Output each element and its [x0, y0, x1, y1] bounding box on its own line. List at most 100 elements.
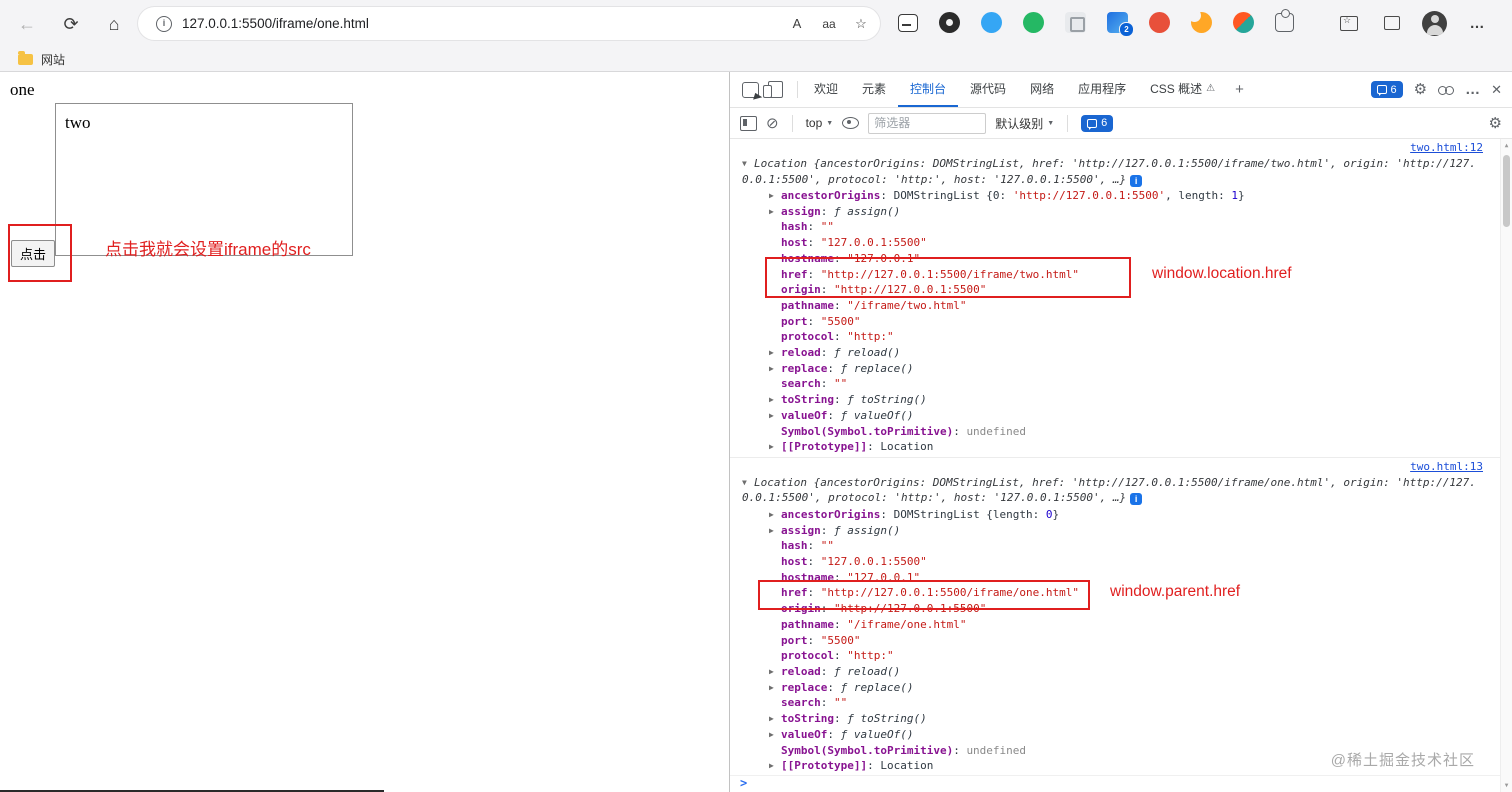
object-info-icon[interactable]: i [1130, 174, 1143, 187]
context-selector[interactable]: top ▼ [806, 116, 834, 130]
browser-menu-icon[interactable]: … [1464, 10, 1490, 36]
scroll-down-icon[interactable]: ▼ [1501, 782, 1512, 789]
property-value: "http:" [847, 649, 894, 663]
console-sidebar-icon[interactable] [740, 115, 757, 131]
url-text[interactable]: 127.0.0.1:5500/iframe/one.html [182, 16, 369, 31]
expand-triangle-icon[interactable]: ▶ [769, 439, 781, 455]
devtools-tab-2[interactable]: 元素 [850, 72, 898, 107]
extension-icon-2[interactable] [939, 12, 960, 33]
object-preview[interactable]: ▼ Location {ancestorOrigins: DOMStringLis… [742, 156, 1483, 187]
focus-mode-icon[interactable] [1438, 85, 1455, 95]
property-row[interactable]: ▶ [[Prototype]]: Location [742, 439, 1483, 455]
click-button[interactable]: 点击 [11, 240, 56, 267]
collections-icon[interactable] [1379, 10, 1405, 36]
log-source-link[interactable]: two.html:13 [1410, 460, 1483, 473]
property-row[interactable]: ▶ toString: ƒ toString() [742, 711, 1483, 727]
log-source-link[interactable]: two.html:12 [1410, 141, 1483, 154]
property-separator: : [807, 236, 821, 250]
extension-icon-9[interactable] [1233, 12, 1254, 33]
expand-triangle-icon[interactable]: ▶ [769, 345, 781, 361]
read-aloud-icon[interactable]: A [784, 11, 810, 37]
devtools-tab-1[interactable]: 欢迎 [802, 72, 850, 107]
extension-icon-1[interactable] [898, 13, 918, 32]
extension-icon-8[interactable] [1188, 9, 1212, 33]
scrollbar-thumb[interactable] [1503, 155, 1510, 227]
add-favorite-icon[interactable]: ☆ [848, 11, 874, 37]
object-preview[interactable]: ▼ Location {ancestorOrigins: DOMStringLis… [742, 475, 1483, 506]
console-scrollbar[interactable]: ▲ ▼ [1500, 139, 1512, 792]
console-settings-icon[interactable]: ⚙ [1489, 116, 1502, 131]
extension-icon-5[interactable] [1065, 12, 1086, 33]
extension-icon-7[interactable] [1149, 12, 1170, 33]
extension-icon-4[interactable] [1023, 12, 1044, 33]
live-expression-icon[interactable] [842, 117, 860, 129]
profile-avatar[interactable] [1422, 10, 1447, 36]
property-key: port [781, 633, 808, 647]
expand-triangle-icon[interactable]: ▼ [742, 475, 754, 491]
more-tabs-icon[interactable]: + [1227, 81, 1252, 98]
property-row[interactable]: ▶ assign: ƒ assign() [742, 523, 1483, 539]
home-icon[interactable]: ⌂ [101, 11, 127, 37]
extension-icon-6[interactable]: 2 [1107, 12, 1134, 37]
property-value: "127.0.0.1" [847, 251, 921, 265]
expand-triangle-icon[interactable]: ▶ [769, 204, 781, 220]
object-info-icon[interactable]: i [1130, 493, 1143, 506]
extension-icon-3[interactable] [981, 12, 1002, 33]
expand-triangle-icon[interactable]: ▶ [769, 711, 781, 727]
triangle-spacer [769, 538, 781, 554]
inspect-element-icon[interactable] [742, 81, 759, 98]
scroll-up-icon[interactable]: ▲ [1501, 142, 1512, 149]
property-row[interactable]: ▶ ancestorOrigins: DOMStringList {length:… [742, 507, 1483, 523]
property-row: protocol: "http:" [742, 329, 1483, 345]
issues-counter[interactable]: 6 [1370, 81, 1403, 98]
expand-triangle-icon[interactable]: ▼ [742, 156, 754, 172]
console-issues-counter[interactable]: 6 [1081, 114, 1114, 132]
property-row[interactable]: ▶ replace: ƒ replace() [742, 680, 1483, 696]
property-value: ƒ valueOf() [840, 408, 914, 422]
property-row[interactable]: ▶ valueOf: ƒ valueOf() [742, 408, 1483, 424]
expand-triangle-icon[interactable]: ▶ [769, 523, 781, 539]
favorites-bar-icon[interactable] [1336, 10, 1362, 36]
console-input-row[interactable]: > [730, 775, 1501, 792]
property-value: "/iframe/two.html" [847, 298, 967, 312]
property-row[interactable]: ▶ ancestorOrigins: DOMStringList {0: 'htt… [742, 188, 1483, 204]
property-row[interactable]: ▶ toString: ƒ toString() [742, 392, 1483, 408]
bookmark-label[interactable]: 网站 [41, 51, 65, 68]
expand-triangle-icon[interactable]: ▶ [769, 408, 781, 424]
property-row[interactable]: ▶ reload: ƒ reload() [742, 345, 1483, 361]
address-bar[interactable]: i 127.0.0.1:5500/iframe/one.html A aa ☆ [138, 7, 880, 40]
expand-triangle-icon[interactable]: ▶ [769, 727, 781, 743]
extensions-menu-icon[interactable] [1275, 9, 1294, 32]
devtools-settings-icon[interactable]: ⚙ [1414, 82, 1427, 97]
property-row[interactable]: ▶ reload: ƒ reload() [742, 664, 1483, 680]
bookmark-folder-icon[interactable] [18, 50, 33, 65]
expand-triangle-icon[interactable]: ▶ [769, 680, 781, 696]
expand-triangle-icon[interactable]: ▶ [769, 361, 781, 377]
device-toolbar-icon[interactable] [763, 81, 783, 98]
expand-triangle-icon[interactable]: ▶ [769, 392, 781, 408]
property-row[interactable]: ▶ replace: ƒ replace() [742, 361, 1483, 377]
refresh-icon[interactable]: ⟳ [58, 11, 84, 37]
property-row[interactable]: ▶ assign: ƒ assign() [742, 204, 1483, 220]
text-preferences-icon[interactable]: aa [816, 11, 842, 37]
log-level-selector[interactable]: 默认级别 ▼ [995, 115, 1054, 132]
devtools-tab-4[interactable]: 源代码 [958, 72, 1018, 107]
back-icon[interactable]: ← [14, 11, 40, 37]
expand-triangle-icon[interactable]: ▶ [769, 758, 781, 774]
triangle-spacer [769, 554, 781, 570]
property-row[interactable]: ▶ valueOf: ƒ valueOf() [742, 727, 1483, 743]
expand-triangle-icon[interactable]: ▶ [769, 664, 781, 680]
devtools-tab-6[interactable]: 应用程序 [1066, 72, 1138, 107]
clear-console-icon[interactable]: ⊘ [766, 116, 779, 131]
devtools-tab-3[interactable]: 控制台 [898, 72, 959, 107]
property-value: ƒ reload() [834, 664, 901, 678]
devtools-tab-7[interactable]: CSS 概述 ⚠ [1138, 72, 1227, 107]
property-key: port [781, 314, 808, 328]
expand-triangle-icon[interactable]: ▶ [769, 507, 781, 523]
devtools-close-icon[interactable]: ✕ [1491, 82, 1502, 98]
devtools-menu-icon[interactable]: … [1465, 82, 1480, 97]
filter-input[interactable] [868, 112, 987, 134]
expand-triangle-icon[interactable]: ▶ [769, 188, 781, 204]
devtools-tab-5[interactable]: 网络 [1018, 72, 1066, 107]
site-info-icon[interactable]: i [156, 15, 172, 32]
